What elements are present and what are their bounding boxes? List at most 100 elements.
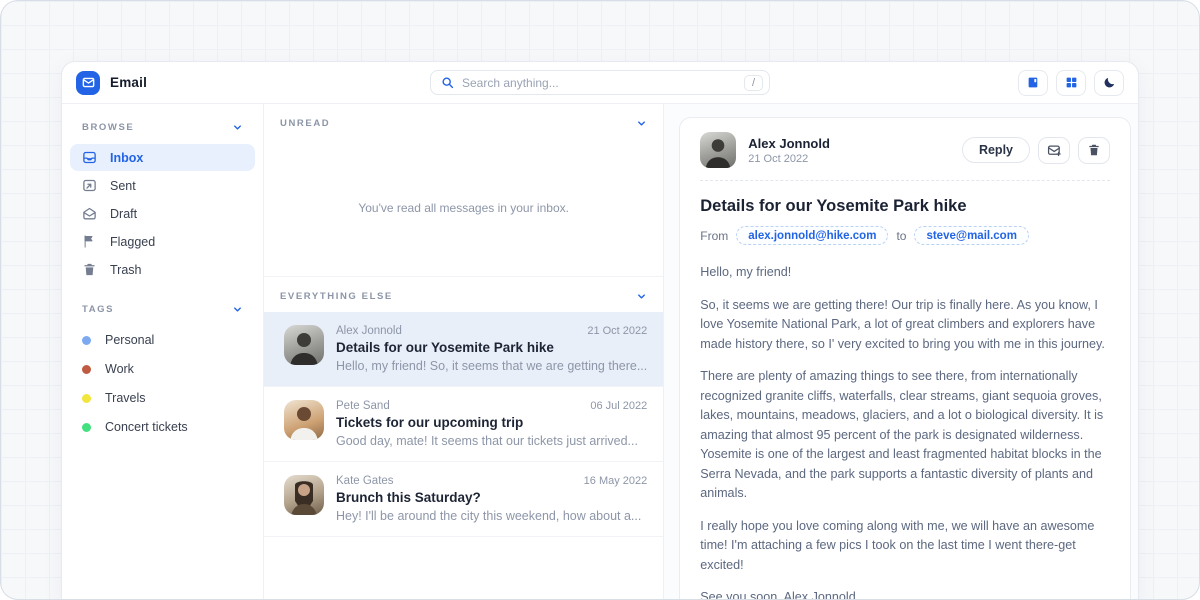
email-app-window: Email / xyxy=(61,61,1139,600)
trash-icon xyxy=(82,262,97,277)
chevron-down-icon xyxy=(232,122,243,133)
everything-else-label: EVERYTHING ELSE xyxy=(280,291,393,302)
email-subject: Brunch this Saturday? xyxy=(336,490,647,505)
sidebar-item-flagged[interactable]: Flagged xyxy=(70,228,255,255)
to-email-chip[interactable]: steve@mail.com xyxy=(914,226,1028,245)
unread-collapse-chevron[interactable] xyxy=(636,118,647,129)
chevron-down-icon xyxy=(232,304,243,315)
chevron-down-icon xyxy=(636,118,647,129)
avatar xyxy=(700,132,736,168)
tag-item-concert-tickets[interactable]: Concert tickets xyxy=(70,413,255,441)
tag-label: Personal xyxy=(105,333,154,347)
email-list-pane: UNREAD You've read all messages in your … xyxy=(264,104,664,600)
moon-icon xyxy=(1103,76,1116,89)
body-paragraph: I really hope you love coming along with… xyxy=(700,517,1110,576)
header-divider xyxy=(700,180,1110,181)
detail-sender-name: Alex Jonnold xyxy=(748,136,830,151)
detail-header: Alex Jonnold 21 Oct 2022 Reply xyxy=(700,132,1110,168)
mail-plus-icon xyxy=(1047,143,1062,158)
tag-color-dot xyxy=(82,394,91,403)
email-list-item[interactable]: Pete Sand 06 Jul 2022 Tickets for our up… xyxy=(264,387,663,462)
search-input[interactable] xyxy=(462,76,736,90)
tag-color-dot xyxy=(82,365,91,374)
email-body: Hello, my friend! So, it seems we are ge… xyxy=(700,263,1110,600)
sidebar-item-label: Flagged xyxy=(110,235,155,249)
sidebar-item-label: Draft xyxy=(110,207,137,221)
detail-actions: Reply xyxy=(962,137,1110,164)
grid-icon xyxy=(1065,76,1078,89)
detail-subject: Details for our Yosemite Park hike xyxy=(700,197,1110,216)
book-icon xyxy=(1027,76,1040,89)
detail-date: 21 Oct 2022 xyxy=(748,153,830,165)
email-subject: Tickets for our upcoming trip xyxy=(336,415,647,430)
inbox-icon xyxy=(82,150,97,165)
tag-color-dot xyxy=(82,423,91,432)
email-list-item[interactable]: Kate Gates 16 May 2022 Brunch this Satur… xyxy=(264,462,663,537)
unread-label: UNREAD xyxy=(280,118,330,129)
tag-item-personal[interactable]: Personal xyxy=(70,326,255,354)
email-logo[interactable] xyxy=(76,71,100,95)
email-preview: Hey! I'll be around the city this weeken… xyxy=(336,509,647,523)
topbar-actions xyxy=(770,70,1124,96)
app-title: Email xyxy=(110,75,147,90)
browse-label: BROWSE xyxy=(82,122,134,133)
to-label: to xyxy=(896,229,906,243)
sidebar-item-label: Trash xyxy=(110,263,142,277)
email-summary: Kate Gates 16 May 2022 Brunch this Satur… xyxy=(336,475,647,523)
avatar xyxy=(284,400,324,440)
email-summary: Alex Jonnold 21 Oct 2022 Details for our… xyxy=(336,325,647,373)
top-bar: Email / xyxy=(62,62,1138,104)
tags-label: TAGS xyxy=(82,304,114,315)
tag-item-travels[interactable]: Travels xyxy=(70,384,255,412)
sender-identity: Alex Jonnold 21 Oct 2022 xyxy=(748,136,830,165)
email-date: 16 May 2022 xyxy=(584,475,648,487)
body-paragraph: There are plenty of amazing things to se… xyxy=(700,367,1110,504)
forward-mail-button[interactable] xyxy=(1038,137,1070,164)
sidebar-item-draft[interactable]: Draft xyxy=(70,200,255,227)
tag-item-work[interactable]: Work xyxy=(70,355,255,383)
everything-else-section-header: EVERYTHING ELSE xyxy=(264,277,663,312)
email-summary: Pete Sand 06 Jul 2022 Tickets for our up… xyxy=(336,400,647,448)
draft-icon xyxy=(82,206,97,221)
reply-button[interactable]: Reply xyxy=(962,137,1030,163)
tags-collapse-chevron[interactable] xyxy=(232,304,243,315)
chevron-down-icon xyxy=(636,291,647,302)
tag-label: Concert tickets xyxy=(105,420,188,434)
sidebar-item-label: Sent xyxy=(110,179,136,193)
address-book-button[interactable] xyxy=(1018,70,1048,96)
apps-grid-button[interactable] xyxy=(1056,70,1086,96)
from-label: From xyxy=(700,229,728,243)
search-box[interactable]: / xyxy=(430,70,770,95)
email-detail-card: Alex Jonnold 21 Oct 2022 Reply xyxy=(679,117,1131,600)
sidebar: BROWSE Inbox Sent xyxy=(62,104,264,600)
avatar xyxy=(284,475,324,515)
envelope-icon xyxy=(82,76,95,89)
tag-label: Work xyxy=(105,362,134,376)
flag-icon xyxy=(82,234,97,249)
email-sender: Pete Sand xyxy=(336,400,390,412)
avatar xyxy=(284,325,324,365)
email-subject: Details for our Yosemite Park hike xyxy=(336,340,647,355)
email-sender: Alex Jonnold xyxy=(336,325,402,337)
from-email-chip[interactable]: alex.jonnold@hike.com xyxy=(736,226,888,245)
dark-mode-button[interactable] xyxy=(1094,70,1124,96)
email-date: 06 Jul 2022 xyxy=(590,400,647,412)
email-preview: Good day, mate! It seems that our ticket… xyxy=(336,434,647,448)
browse-collapse-chevron[interactable] xyxy=(232,122,243,133)
body-paragraph: So, it seems we are getting there! Our t… xyxy=(700,296,1110,355)
unread-empty-message: You've read all messages in your inbox. xyxy=(264,139,663,277)
everything-else-collapse-chevron[interactable] xyxy=(636,291,647,302)
sidebar-item-label: Inbox xyxy=(110,151,143,165)
from-to-row: From alex.jonnold@hike.com to steve@mail… xyxy=(700,226,1110,245)
sidebar-item-inbox[interactable]: Inbox xyxy=(70,144,255,171)
brand: Email xyxy=(76,71,430,95)
email-list-item[interactable]: Alex Jonnold 21 Oct 2022 Details for our… xyxy=(264,312,663,387)
sent-icon xyxy=(82,178,97,193)
search-icon xyxy=(441,76,454,89)
sidebar-item-sent[interactable]: Sent xyxy=(70,172,255,199)
tag-label: Travels xyxy=(105,391,146,405)
sidebar-item-trash[interactable]: Trash xyxy=(70,256,255,283)
unread-section-header: UNREAD xyxy=(264,104,663,139)
tags-section-header: TAGS xyxy=(70,296,255,325)
delete-mail-button[interactable] xyxy=(1078,137,1110,164)
